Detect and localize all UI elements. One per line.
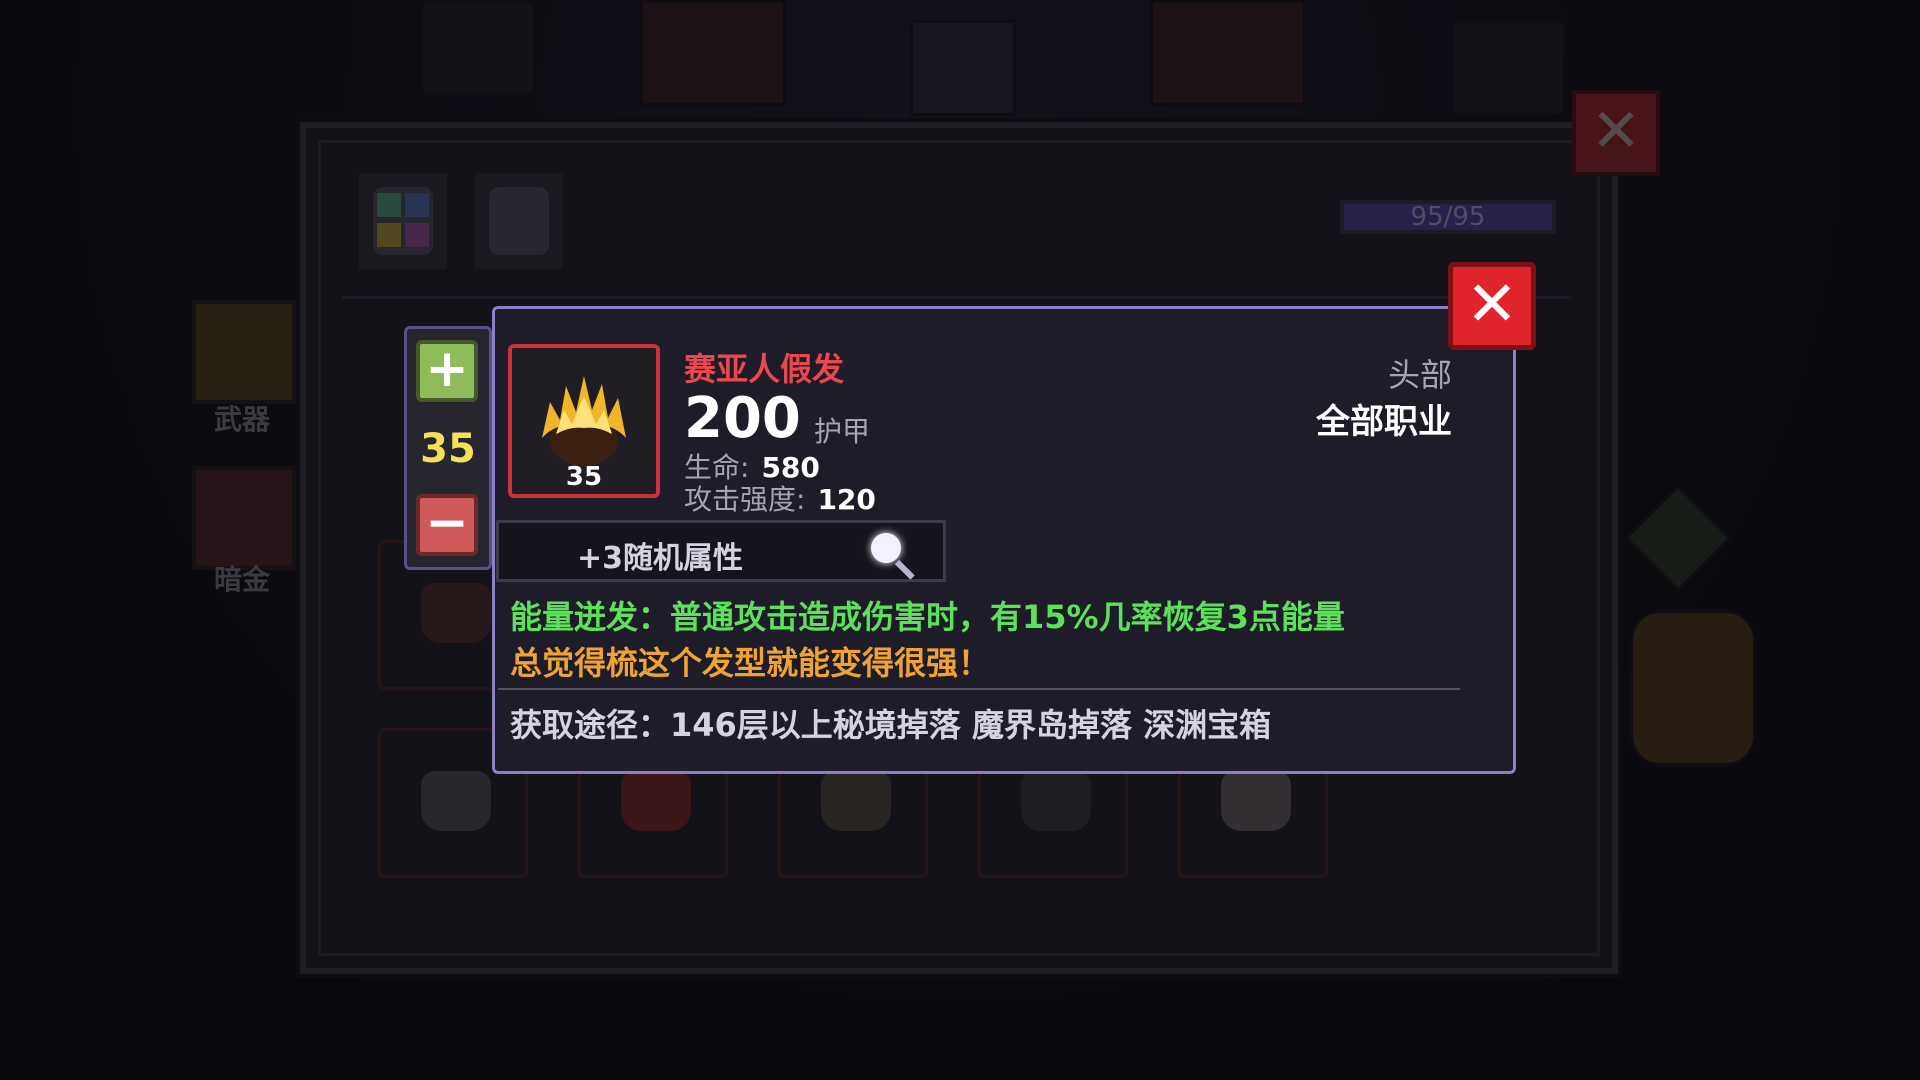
slot-type: 头部 [1387, 356, 1452, 394]
item-effect: 能量迸发：普通攻击造成伤害时，有15%几率恢复3点能量 [510, 598, 1345, 636]
stat-label: 攻击强度: [684, 483, 806, 516]
tooltip-divider [498, 688, 1460, 690]
stat-row: 攻击强度: 120 [684, 478, 876, 518]
item-source: 获取途径：146层以上秘境掉落 魔界岛掉落 深渊宝箱 [510, 706, 1272, 744]
plus-icon: + [425, 339, 469, 399]
random-attributes-text: +3随机属性 [577, 541, 744, 576]
stat-value: 120 [817, 483, 876, 516]
item-name: 赛亚人假发 [684, 350, 845, 388]
close-icon: ✕ [1466, 267, 1518, 340]
tooltip-close-button[interactable]: ✕ [1448, 262, 1536, 350]
minus-icon: − [425, 493, 469, 553]
class-restriction: 全部职业 [1316, 402, 1452, 442]
armor-label: 护甲 [814, 415, 871, 448]
magnifier-handle [894, 559, 915, 580]
level-value: 35 [420, 426, 476, 472]
level-minus-button[interactable]: − [416, 494, 478, 556]
item-flavor-text: 总觉得梳这个发型就能变得很强！ [510, 644, 991, 682]
armor-value: 200 [684, 386, 801, 451]
level-plus-button[interactable]: + [416, 340, 478, 402]
random-attributes-bar[interactable]: +3随机属性 [496, 520, 946, 582]
item-level-badge: 35 [565, 462, 603, 492]
magnifier-icon [871, 533, 901, 563]
